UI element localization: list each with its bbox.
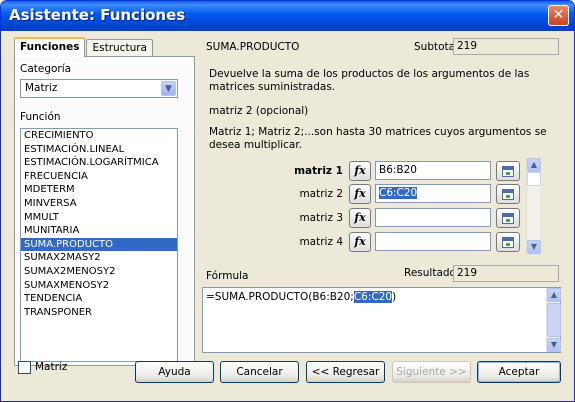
list-item[interactable]: TENDENCIA (21, 292, 177, 306)
list-item[interactable]: MINVERSA (21, 197, 177, 211)
argument-input-2-selected-text: C6:C20 (379, 187, 418, 199)
formula-text-suffix: ) (392, 291, 397, 303)
argument-input-1[interactable]: B6:B20 (375, 161, 491, 180)
category-value: Matriz (25, 82, 58, 94)
scroll-down-icon[interactable]: ▼ (527, 240, 541, 254)
matrix-checkbox[interactable] (18, 361, 31, 374)
accept-button[interactable]: Aceptar (477, 361, 561, 383)
argument-title: matriz 2 (opcional) (209, 105, 309, 117)
argument-label-3: matriz 3 (299, 212, 343, 224)
argument-input-2[interactable]: C6:C20 (375, 184, 491, 203)
function-list[interactable]: CRECIMIENTO ESTIMACIÓN.LINEAL ESTIMACIÓN.L… (20, 128, 178, 362)
category-label: Categoría (20, 63, 72, 75)
shrink-dialog-icon[interactable] (496, 184, 520, 204)
list-item[interactable]: MUNITARIA (21, 224, 177, 238)
help-button[interactable]: Ayuda (135, 361, 214, 383)
scroll-thumb[interactable] (527, 172, 541, 186)
list-item[interactable]: SUMA.PRODUCTO (21, 237, 177, 252)
function-list-label: Función (20, 111, 61, 123)
cancel-button[interactable]: Cancelar (220, 361, 299, 383)
function-description: Devuelve la suma de los productos de los… (209, 68, 530, 93)
next-button[interactable]: Siguiente >> (392, 361, 471, 383)
dialog-title: Asistente: Funciones (9, 6, 186, 24)
result-label: Resultado (404, 267, 456, 279)
fx-icon[interactable]: fx (349, 232, 371, 252)
scroll-down-icon[interactable]: ▼ (547, 338, 561, 352)
formula-label: Fórmula (206, 270, 249, 282)
argument-label-2: matriz 2 (299, 188, 343, 200)
list-item[interactable]: FRECUENCIA (21, 170, 177, 184)
argument-input-4[interactable] (375, 232, 491, 251)
function-name: SUMA.PRODUCTO (206, 41, 300, 53)
list-item[interactable]: SUMAX2MASY2 (21, 251, 177, 265)
tab-strip: Funciones Estructura (14, 37, 154, 57)
category-select[interactable]: Matriz ▼ (20, 79, 178, 98)
scroll-up-icon[interactable]: ▲ (527, 158, 541, 172)
argument-help: Matriz 1; Matriz 2;...son hasta 30 matri… (209, 126, 547, 151)
fx-icon[interactable]: fx (349, 184, 371, 204)
chevron-down-icon[interactable]: ▼ (161, 81, 176, 96)
argument-input-3[interactable] (375, 208, 491, 227)
function-wizard-dialog: Asistente: Funciones ✕ Funciones Estruct… (0, 0, 575, 402)
tab-funciones[interactable]: Funciones (14, 37, 86, 57)
list-item[interactable]: CRECIMIENTO (21, 129, 177, 143)
tab-estructura[interactable]: Estructura (86, 39, 153, 57)
fx-icon[interactable]: fx (349, 208, 371, 228)
subtotal-label: Subtotal (414, 41, 458, 53)
formula-scrollbar[interactable]: ▲ ▼ (546, 288, 561, 352)
shrink-dialog-icon[interactable] (496, 232, 520, 252)
argument-label-1: matriz 1 (294, 165, 343, 177)
shrink-dialog-icon[interactable] (496, 161, 520, 181)
fx-icon[interactable]: fx (349, 161, 371, 181)
list-item[interactable]: MDETERM (21, 183, 177, 197)
formula-text-prefix: =SUMA.PRODUCTO(B6:B20; (206, 291, 354, 303)
result-value: 219 (453, 265, 559, 282)
formula-editor[interactable]: =SUMA.PRODUCTO(B6:B20;C6:C20) ▲ ▼ (202, 287, 561, 353)
arguments-scrollbar[interactable]: ▲ ▼ (526, 158, 541, 254)
list-item[interactable]: SUMAXMENOSY2 (21, 279, 177, 293)
list-item[interactable]: ESTIMACIÓN.LOGARÍTMICA (21, 156, 177, 170)
shrink-dialog-icon[interactable] (496, 208, 520, 228)
close-icon[interactable]: ✕ (548, 5, 569, 26)
list-item[interactable]: ESTIMACIÓN.LINEAL (21, 143, 177, 157)
list-item[interactable]: SUMAX2MENOSY2 (21, 265, 177, 279)
list-item[interactable]: MMULT (21, 211, 177, 225)
back-button[interactable]: << Regresar (306, 361, 385, 383)
formula-text-selected: C6:C20 (353, 291, 393, 303)
dialog-body: Funciones Estructura Categoría Matriz ▼ … (4, 31, 571, 400)
formula-text: =SUMA.PRODUCTO(B6:B20;C6:C20) (206, 291, 396, 303)
scroll-up-icon[interactable]: ▲ (547, 288, 561, 302)
title-bar[interactable]: Asistente: Funciones ✕ (1, 1, 574, 31)
matrix-checkbox-label: Matriz (35, 361, 68, 373)
argument-label-4: matriz 4 (299, 236, 343, 248)
scroll-thumb[interactable] (547, 303, 561, 337)
list-item[interactable]: TRANSPONER (21, 306, 177, 320)
subtotal-value: 219 (453, 38, 559, 55)
